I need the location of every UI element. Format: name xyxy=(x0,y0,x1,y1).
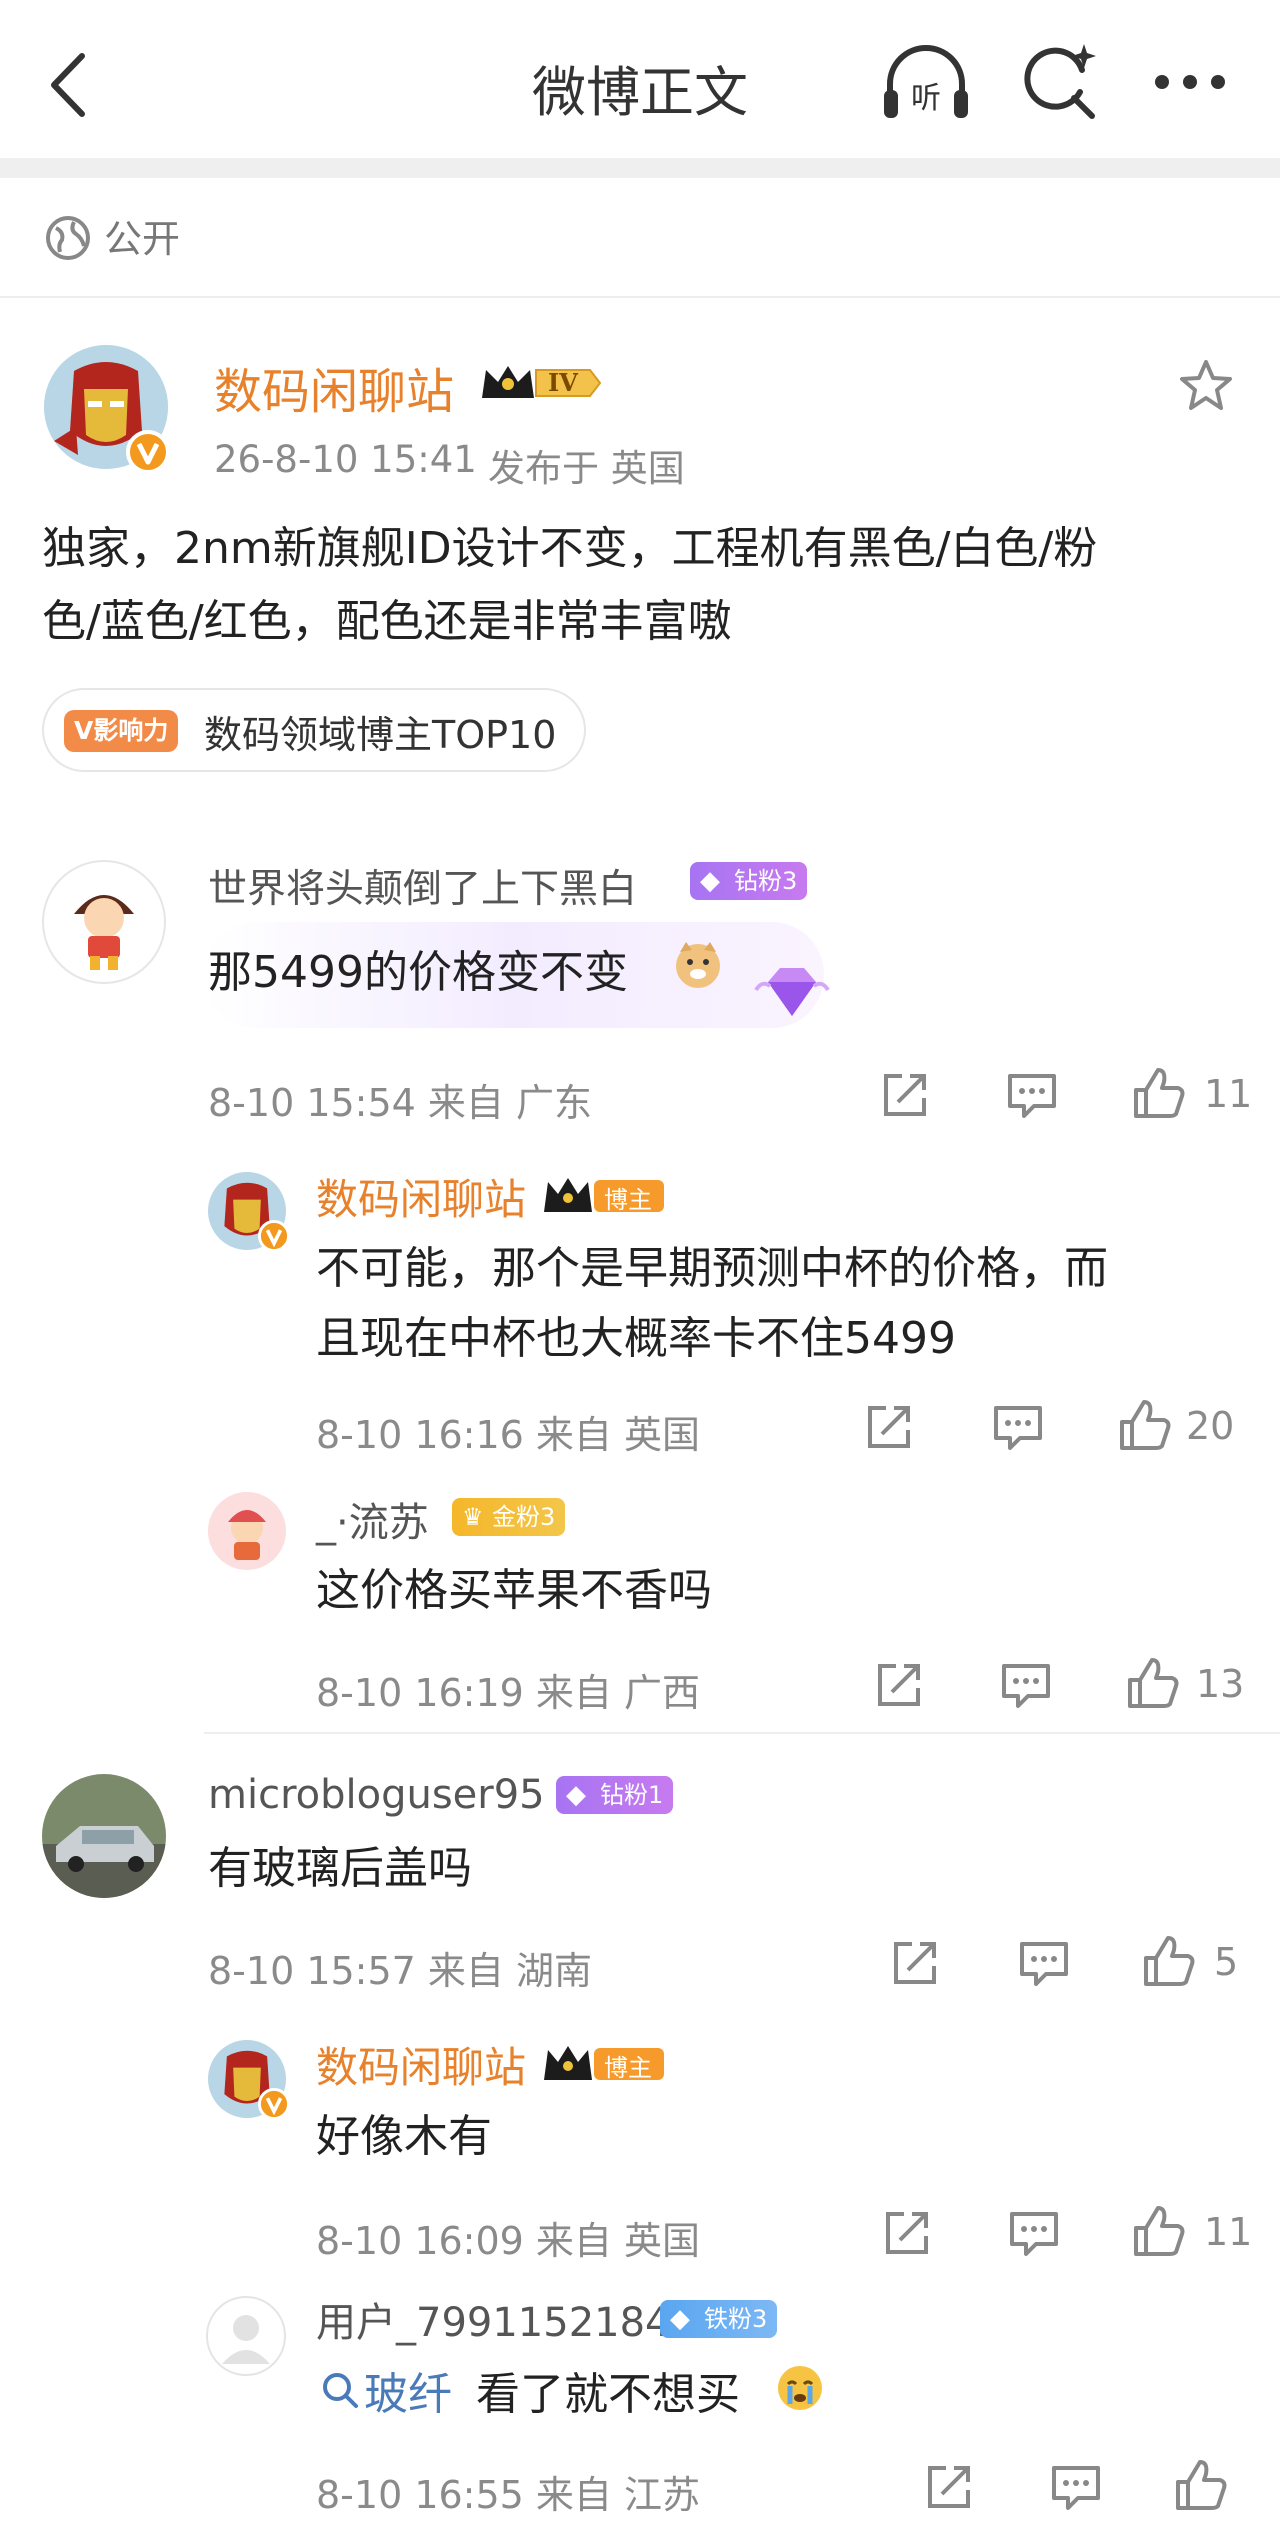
comment-icon[interactable] xyxy=(1050,2462,1102,2512)
doge-emoji-icon xyxy=(676,942,720,988)
diamond-icon: ◆ xyxy=(670,2304,690,2334)
comment-icon[interactable] xyxy=(1000,1660,1052,1710)
share-icon[interactable] xyxy=(864,1402,914,1452)
favorite-star-icon[interactable] xyxy=(1178,358,1234,414)
like-count: 11 xyxy=(1204,1072,1253,1116)
diamond-icon: ◆ xyxy=(700,866,720,896)
fan-badge: ◆ 铁粉3 xyxy=(660,2300,778,2338)
reply-text: 好像木有 xyxy=(316,2111,492,2162)
comment-meta: 8-10 15:57 来自 湖南 xyxy=(208,1949,592,1993)
like-count: 11 xyxy=(1204,2210,1253,2254)
like-icon[interactable] xyxy=(1172,2458,1228,2514)
verified-v-icon xyxy=(258,1220,290,1252)
like-count: 20 xyxy=(1186,1404,1235,1448)
search-icon[interactable] xyxy=(1022,40,1102,124)
comment-username[interactable]: 世界将头颠倒了上下黑白 xyxy=(208,858,637,914)
crown-icon: ♛ xyxy=(462,1503,484,1531)
diamond-icon: ◆ xyxy=(566,1780,586,1810)
comment-text: 有玻璃后盖吗 xyxy=(208,1843,472,1894)
like-icon[interactable] xyxy=(1140,1934,1196,1990)
reply-meta: 8-10 16:09 来自 英国 xyxy=(316,2219,700,2263)
reply-text: 看了就不想买 xyxy=(476,2369,740,2420)
reply-username[interactable]: 用户_7991152184 xyxy=(316,2290,671,2348)
influence-tag[interactable]: V影响力 数码领域博主TOP10 xyxy=(42,688,586,772)
comment-icon[interactable] xyxy=(1018,1938,1070,1988)
blogger-badge-text: 博主 xyxy=(604,2054,652,2082)
share-icon[interactable] xyxy=(880,1070,930,1120)
share-icon[interactable] xyxy=(882,2208,932,2258)
reply-avatar[interactable] xyxy=(206,2296,286,2376)
reply-text-line1: 不可能，那个是早期预测中杯的价格，而 xyxy=(316,1243,1108,1294)
verified-v-icon xyxy=(258,2088,290,2120)
listen-icon[interactable]: 听 xyxy=(880,40,972,124)
reply-username[interactable]: 数码闲聊站 xyxy=(316,1166,526,1227)
fan-badge-text: 钻粉3 xyxy=(734,867,798,895)
level-badge-text: IV xyxy=(548,368,578,397)
like-count: 13 xyxy=(1196,1662,1245,1706)
blogger-badge: 博主 xyxy=(542,1176,666,1216)
like-icon[interactable] xyxy=(1124,1656,1180,1712)
reply-meta: 8-10 16:55 来自 江苏 xyxy=(316,2473,700,2517)
comment-meta: 8-10 15:54 来自 广东 xyxy=(208,1081,592,1125)
header-separator xyxy=(0,158,1280,178)
comment-text: 那5499的价格变不变 xyxy=(208,947,628,998)
fan-badge: ◆ 钻粉3 xyxy=(690,862,808,900)
author-name[interactable]: 数码闲聊站 xyxy=(214,352,454,422)
comment-avatar[interactable] xyxy=(42,1774,166,1898)
share-icon[interactable] xyxy=(874,1660,924,1710)
blogger-badge-text: 博主 xyxy=(604,1186,652,1214)
fan-badge: ◆ 钻粉1 xyxy=(556,1776,674,1814)
reply-avatar[interactable] xyxy=(208,1492,286,1570)
influence-text: 数码领域博主TOP10 xyxy=(204,713,557,757)
fan-badge-text: 铁粉3 xyxy=(704,2305,768,2333)
reply-username[interactable]: 数码闲聊站 xyxy=(316,2034,526,2095)
visibility-row: 公开 xyxy=(0,178,1280,298)
like-icon[interactable] xyxy=(1116,1398,1172,1454)
influence-badge: V影响力 xyxy=(64,710,179,752)
more-icon[interactable] xyxy=(1150,70,1230,94)
post-location: 发布于 英国 xyxy=(488,447,685,490)
post-content-line2: 色/蓝色/红色，配色还是非常丰富嗷 xyxy=(42,596,732,647)
reply-text-line2: 且现在中杯也大概率卡不住5499 xyxy=(316,1313,956,1364)
fan-badge-text: 金粉3 xyxy=(492,1503,556,1531)
comment-icon[interactable] xyxy=(1008,2208,1060,2258)
like-icon[interactable] xyxy=(1130,2204,1186,2260)
reply-meta: 8-10 16:16 来自 英国 xyxy=(316,1413,700,1457)
verified-v-icon xyxy=(126,430,170,474)
post-time: 26-8-10 15:41 xyxy=(214,438,477,481)
reply-text: 这价格买苹果不香吗 xyxy=(316,1565,712,1616)
comment-username[interactable]: microbloguser95 xyxy=(208,1772,545,1818)
globe-icon xyxy=(46,216,90,260)
comment-icon[interactable] xyxy=(992,1402,1044,1452)
reply-username[interactable]: _·流苏 xyxy=(316,1490,429,1548)
share-icon[interactable] xyxy=(890,1938,940,1988)
reply-meta: 8-10 16:19 来自 广西 xyxy=(316,1671,700,1715)
comment-divider xyxy=(204,1732,1280,1734)
blogger-badge: 博主 xyxy=(542,2044,666,2084)
diamond-decoration-icon xyxy=(754,968,830,1016)
comment-avatar[interactable] xyxy=(42,860,166,984)
svg-text:听: 听 xyxy=(911,81,941,116)
fan-badge: ♛ 金粉3 xyxy=(452,1498,566,1536)
visibility-label: 公开 xyxy=(104,217,181,261)
crying-emoji-icon xyxy=(778,2366,822,2410)
share-icon[interactable] xyxy=(924,2462,974,2512)
like-icon[interactable] xyxy=(1130,1066,1186,1122)
search-link-icon xyxy=(323,2373,358,2408)
like-count: 5 xyxy=(1214,1940,1239,1984)
topic-link[interactable]: 玻纤 xyxy=(364,2358,452,2422)
top-bar: 微博正文 听 xyxy=(0,0,1280,158)
post-content-line1: 独家，2nm新旗舰ID设计不变，工程机有黑色/白色/粉 xyxy=(42,523,1098,574)
level-badge: IV xyxy=(478,362,604,404)
fan-badge-text: 钻粉1 xyxy=(600,1781,664,1809)
comment-icon[interactable] xyxy=(1006,1070,1058,1120)
